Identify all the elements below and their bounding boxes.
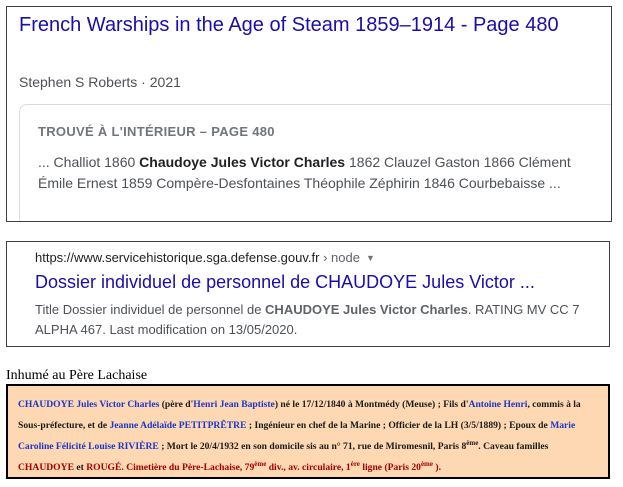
result-url[interactable]: https://www.servicehistorique.sga.defens… xyxy=(35,250,375,265)
caption: Inhumé au Père Lachaise xyxy=(6,368,148,383)
cemetery-text: . Cimetière du Père-Lachaise, 79 xyxy=(121,462,255,473)
grave-text: ) né le 17/12/1840 à Montmédy (Meuse) ; … xyxy=(274,399,469,410)
snippet-heading: TROUVÉ À L'INTÉRIEUR – PAGE 480 xyxy=(38,124,275,139)
grave-text: . Caveau familles xyxy=(478,441,549,452)
superscript: ème xyxy=(420,459,433,468)
grave-text: et xyxy=(73,462,87,473)
meta-separator: · xyxy=(137,74,150,90)
snippet-text-pre: ... Challiot 1860 xyxy=(38,154,140,170)
person-link[interactable]: CHAUDOYE Jules Victor Charles xyxy=(18,399,159,410)
book-author: Stephen S Roberts xyxy=(19,74,138,90)
book-snippet-box[interactable]: TROUVÉ À L'INTÉRIEUR – PAGE 480 ... Chal… xyxy=(19,104,611,221)
snippet-text: ... Challiot 1860 Chaudoye Jules Victor … xyxy=(38,152,603,194)
web-result-card: https://www.servicehistorique.sga.defens… xyxy=(6,241,610,347)
grave-text: ; Ingénieur en chef de la Marine ; Offic… xyxy=(246,420,551,431)
cemetery-text: div., av. circulaire, 1 xyxy=(266,462,351,473)
url-host: https://www.servicehistorique.sga.defens… xyxy=(35,250,320,265)
book-title-link[interactable]: French Warships in the Age of Steam 1859… xyxy=(19,12,579,39)
caret-down-icon[interactable]: ▼ xyxy=(366,253,375,263)
url-breadcrumb: › node xyxy=(319,250,360,265)
family-link-chaudoye[interactable]: CHAUDOYE xyxy=(18,462,74,473)
web-snippet: Title Dossier individuel de personnel de… xyxy=(35,300,595,340)
mother-link[interactable]: Jeanne Adélaïde PETITPRÊTRE xyxy=(109,420,246,431)
cemetery-text: ligne (Paris 20 xyxy=(359,462,421,473)
book-year: 2021 xyxy=(149,74,181,90)
superscript: ème xyxy=(254,459,267,468)
father-link[interactable]: Antoine Henri xyxy=(469,399,528,410)
book-result-card: French Warships in the Age of Steam 1859… xyxy=(6,6,612,222)
superscript: ère xyxy=(350,459,360,468)
web-snippet-pre: Title Dossier individuel de personnel de xyxy=(35,302,266,317)
grave-text: (père d' xyxy=(159,399,194,410)
grave-text: ; Mort le 20/4/1932 en son domicile sis … xyxy=(158,441,467,452)
superscript: ème xyxy=(466,438,479,447)
web-snippet-bold: CHAUDOYE Jules Victor Charles xyxy=(265,302,468,317)
son-link[interactable]: Henri Jean Baptiste xyxy=(193,399,275,410)
web-result-title-link[interactable]: Dossier individuel de personnel de CHAUD… xyxy=(35,272,595,293)
family-link-rouge[interactable]: ROUGÉ xyxy=(86,462,121,473)
book-meta: Stephen S Roberts · 2021 xyxy=(19,74,181,90)
grave-record: CHAUDOYE Jules Victor Charles (père d'He… xyxy=(6,384,610,479)
cemetery-text: ). xyxy=(433,462,441,473)
snippet-text-bold: Chaudoye Jules Victor Charles xyxy=(139,154,346,170)
